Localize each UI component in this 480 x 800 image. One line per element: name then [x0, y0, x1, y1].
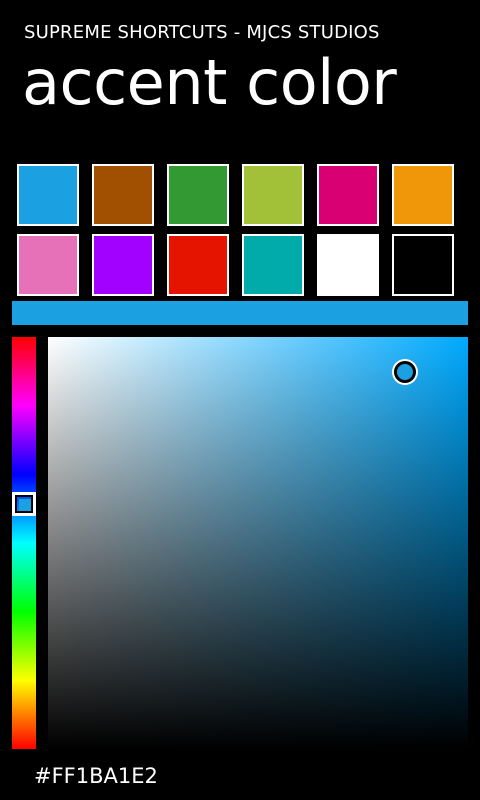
swatch-blue[interactable]	[17, 164, 79, 226]
swatch-teal[interactable]	[242, 234, 304, 296]
swatch-green[interactable]	[167, 164, 229, 226]
swatch-orange[interactable]	[392, 164, 454, 226]
color-preview-bar	[12, 301, 468, 325]
swatch-lime[interactable]	[242, 164, 304, 226]
swatch-brown[interactable]	[92, 164, 154, 226]
swatch-white[interactable]	[317, 234, 379, 296]
swatch-red[interactable]	[167, 234, 229, 296]
saturation-value-picker[interactable]	[48, 337, 468, 749]
saturation-value-thumb[interactable]	[394, 361, 416, 383]
swatch-pink[interactable]	[17, 234, 79, 296]
swatch-black[interactable]	[392, 234, 454, 296]
swatch-purple[interactable]	[92, 234, 154, 296]
hue-thumb-color	[19, 499, 31, 511]
hex-color-value: #FF1BA1E2	[34, 764, 158, 788]
hue-slider[interactable]	[12, 337, 36, 749]
page-title: accent color	[22, 46, 397, 119]
swatch-magenta[interactable]	[317, 164, 379, 226]
app-title: SUPREME SHORTCUTS - MJCS STUDIOS	[24, 22, 380, 43]
hue-slider-thumb[interactable]	[12, 492, 36, 516]
